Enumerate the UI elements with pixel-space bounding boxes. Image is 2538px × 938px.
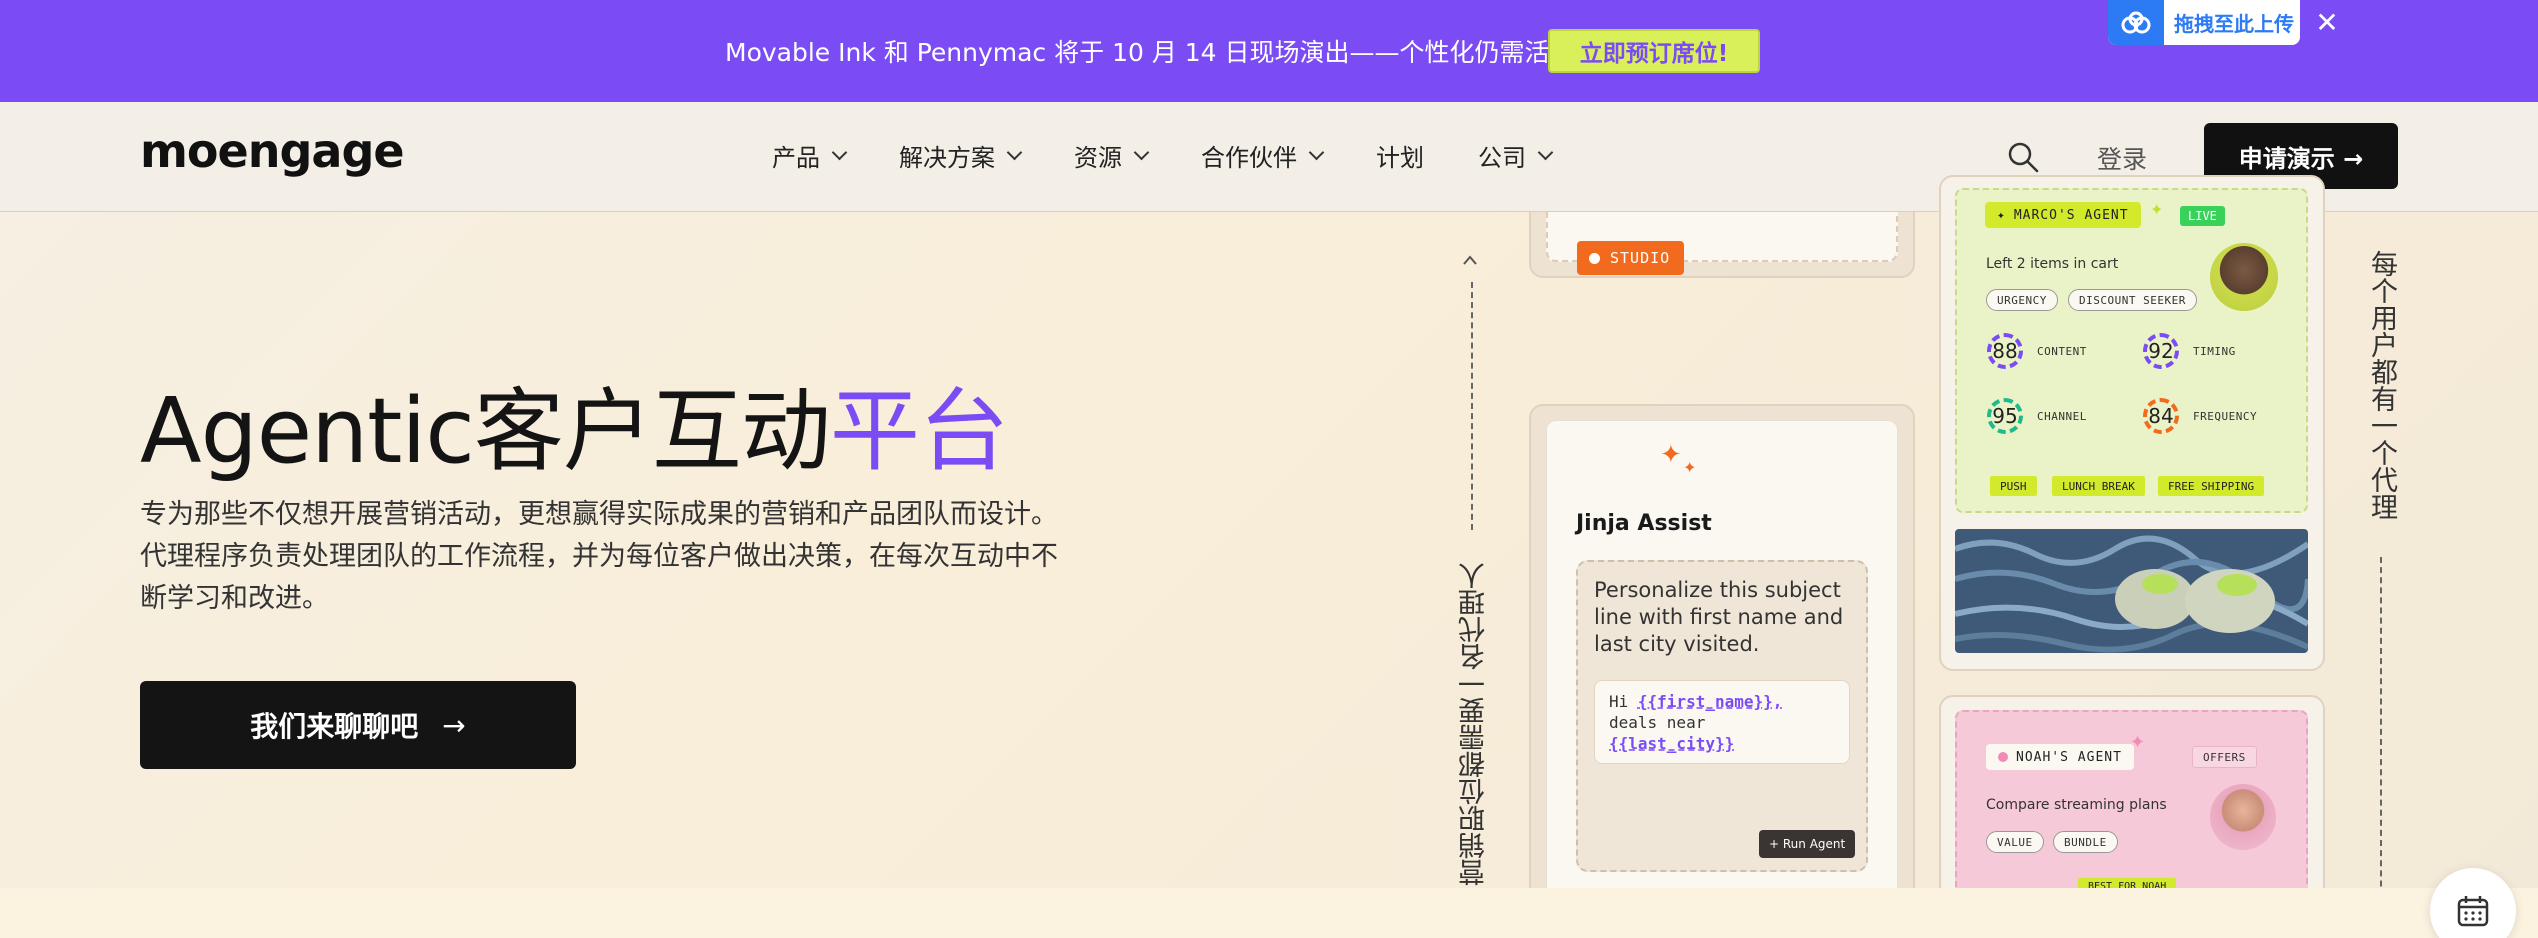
run-agent-button[interactable]: + Run Agent <box>1759 830 1856 858</box>
pill-tag: VALUE <box>1986 831 2044 853</box>
offers-tag: OFFERS <box>2192 746 2257 768</box>
cta-label: 我们来聊聊吧 <box>250 710 419 743</box>
code-variable: {{first_name}}, <box>1637 692 1783 711</box>
pill-tag: URGENCY <box>1986 289 2058 311</box>
side-label-right: 每个用户都有一个代理 <box>2366 250 2397 520</box>
score-value: 84 <box>2143 398 2179 434</box>
nav-item-partners[interactable]: 合作伙伴 <box>1201 138 1325 173</box>
marco-status: Left 2 items in cart <box>1986 256 2119 272</box>
studio-badge-label: STUDIO <box>1610 249 1671 267</box>
agent-badge-label: MARCO'S AGENT <box>2013 207 2129 223</box>
moengage-logo[interactable]: moengage <box>140 124 405 178</box>
cloud-upload-icon <box>2108 0 2164 45</box>
noah-status: Compare streaming plans <box>1986 797 2167 813</box>
reserve-seat-button[interactable]: 立即预订席位! <box>1548 29 1760 73</box>
score-frequency: 84 FREQUENCY <box>2143 398 2257 434</box>
pill-tag: DISCOUNT SEEKER <box>2068 289 2197 311</box>
sparkle-icon: ✦ <box>1660 440 1682 470</box>
marco-avatar <box>2210 243 2278 311</box>
sparkle-icon: ✦ <box>2150 200 2164 219</box>
score-content: 88 CONTENT <box>1987 333 2087 369</box>
nav-item-company[interactable]: 公司 <box>1478 138 1554 173</box>
chevron-down-icon <box>1133 144 1150 161</box>
nav-item-resources[interactable]: 资源 <box>1074 138 1150 173</box>
agent-badge-label: NOAH'S AGENT <box>2016 749 2122 765</box>
score-label: TIMING <box>2193 344 2236 358</box>
sparkle-icon: ✦ <box>2130 732 2146 753</box>
chevron-down-icon <box>1308 144 1325 161</box>
prompt-text: Personalize this subject line with first… <box>1594 578 1844 656</box>
nav-item-products[interactable]: 产品 <box>772 138 848 173</box>
code-text: Hi <box>1609 692 1638 711</box>
dashed-guide <box>1471 282 1473 530</box>
dashed-guide <box>2380 557 2382 937</box>
product-photo <box>1955 529 2308 653</box>
nav-item-pricing[interactable]: 计划 <box>1376 138 1424 173</box>
code-preview: Hi {{first_name}}, deals near {{last_cit… <box>1594 680 1850 764</box>
score-value: 95 <box>1987 398 2023 434</box>
nav-label: 产品 <box>772 144 820 172</box>
hero-title-main: Agentic客户互动 <box>140 379 831 484</box>
marco-agent-badge: ✦ MARCO'S AGENT <box>1985 202 2141 228</box>
side-label-left: 营销职位都需要一名代理人 <box>1459 562 1490 886</box>
chevron-down-icon <box>831 144 848 161</box>
code-text: deals near <box>1609 713 1706 732</box>
score-label: CONTENT <box>2037 344 2087 358</box>
channel-tag: FREE SHIPPING <box>2158 476 2265 496</box>
sparkle-icon: ✦ <box>1683 458 1697 477</box>
channel-tag: LUNCH BREAK <box>2052 476 2145 496</box>
score-value: 92 <box>2143 333 2179 369</box>
score-channel: 95 CHANNEL <box>1987 398 2087 434</box>
noah-agent-badge: NOAH'S AGENT <box>1986 744 2134 770</box>
lets-talk-button[interactable]: 我们来聊聊吧 → <box>140 681 576 769</box>
nav-label: 公司 <box>1478 144 1526 172</box>
banner-text: Movable Ink 和 Pennymac 将于 10 月 14 日现场演出—… <box>725 38 1600 67</box>
close-icon[interactable]: ✕ <box>2312 8 2342 38</box>
main-nav: 产品 解决方案 资源 合作伙伴 计划 公司 <box>772 138 1605 173</box>
bottom-strip <box>0 888 2538 938</box>
upload-label: 拖拽至此上传 <box>2174 12 2294 36</box>
upload-widget[interactable]: 拖拽至此上传 <box>2108 0 2300 45</box>
nav-label: 计划 <box>1376 144 1424 172</box>
nav-label: 资源 <box>1074 144 1122 172</box>
nav-label: 解决方案 <box>899 144 995 172</box>
dot-icon <box>1998 752 2008 762</box>
score-label: CHANNEL <box>2037 409 2087 423</box>
studio-badge: STUDIO <box>1577 241 1685 275</box>
search-icon[interactable] <box>2006 140 2040 174</box>
studio-card-title: Jinja Assist <box>1576 511 1712 536</box>
score-label: FREQUENCY <box>2193 409 2258 423</box>
noah-avatar <box>2210 784 2276 850</box>
nav-item-solutions[interactable]: 解决方案 <box>899 138 1023 173</box>
score-value: 88 <box>1987 333 2023 369</box>
channel-tag: PUSH <box>1990 476 2037 496</box>
dot-icon <box>1589 252 1600 264</box>
hero-description: 专为那些不仅想开展营销活动，更想赢得实际成果的营销和产品团队而设计。代理程序负责… <box>140 499 1058 614</box>
arrow-up-icon <box>1463 255 1477 265</box>
chevron-down-icon <box>1006 144 1023 161</box>
login-link[interactable]: 登录 <box>2097 140 2147 176</box>
code-variable: {{last_city}} <box>1609 734 1735 753</box>
hero-title: Agentic客户互动平台 <box>140 358 1009 488</box>
live-badge: LIVE <box>2180 206 2225 226</box>
pill-tag: BUNDLE <box>2053 831 2118 853</box>
score-timing: 92 TIMING <box>2143 333 2236 369</box>
hero-title-accent: 平台 <box>829 379 1009 484</box>
chevron-down-icon <box>1537 144 1554 161</box>
arrow-right-icon: → <box>442 708 466 742</box>
announcement-banner: Movable Ink 和 Pennymac 将于 10 月 14 日现场演出—… <box>0 0 2538 102</box>
nav-label: 合作伙伴 <box>1201 144 1297 172</box>
sparkle-icon: ✦ <box>1997 207 2006 223</box>
calendar-icon <box>2457 896 2489 927</box>
